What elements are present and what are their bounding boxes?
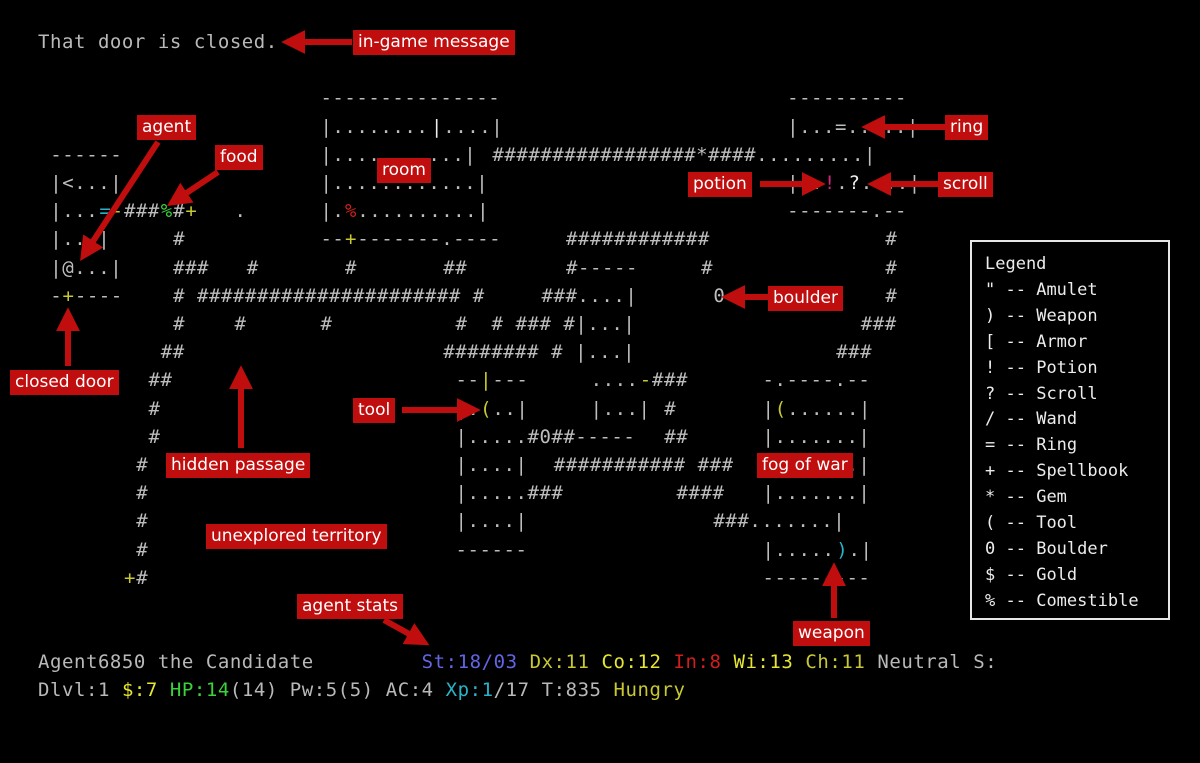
label-unexplored-territory: unexplored territory [206,524,387,549]
arrow-food [167,169,220,206]
label-weapon: weapon [793,621,870,646]
label-agent: agent [137,115,197,140]
label-boulder: boulder [768,286,843,311]
label-agent-stats: agent stats [297,594,403,619]
label-closed-door: closed door [10,370,119,395]
label-hidden-passage: hidden passage [166,453,311,478]
label-potion: potion [688,172,752,197]
label-ring: ring [945,115,989,140]
game-screen: That door is closed. --------------- ----… [0,0,1200,763]
arrow-agent-stats [382,617,430,646]
label-room: room [377,158,431,183]
arrow-agent [80,140,161,262]
label-tool: tool [353,398,396,423]
label-food: food [215,145,263,170]
label-in-game-message: in-game message [353,30,515,55]
label-fog-of-war: fog of war [757,453,853,478]
label-scroll: scroll [938,172,993,197]
